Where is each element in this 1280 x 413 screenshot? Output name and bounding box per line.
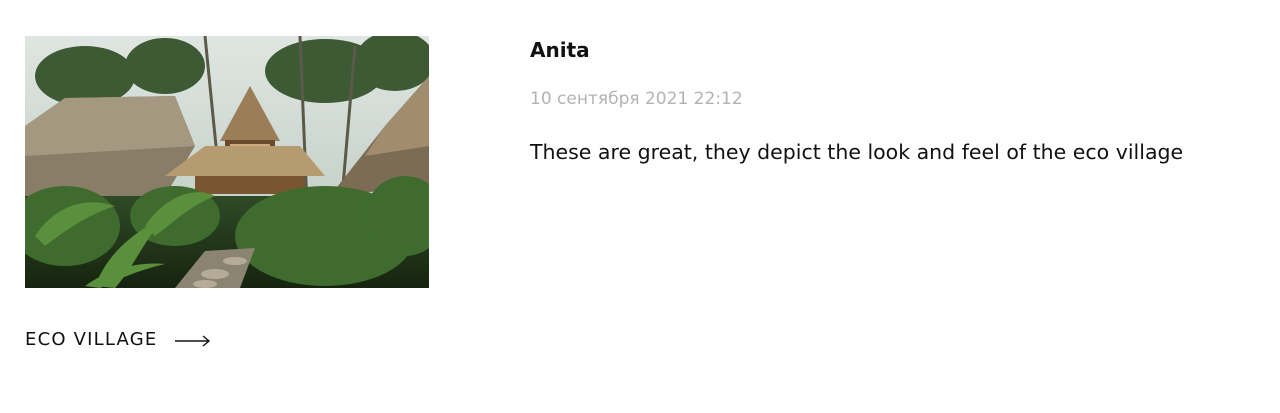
arrow-right-icon: [175, 333, 211, 347]
project-link-label: ECO VILLAGE: [25, 329, 158, 350]
review-author: Anita: [530, 38, 590, 62]
project-photo[interactable]: [25, 36, 429, 288]
review-text: These are great, they depict the look an…: [530, 140, 1184, 164]
eco-village-link[interactable]: ECO VILLAGE: [25, 328, 211, 352]
review-card: ECO VILLAGE Anita 10 сентября 2021 22:12…: [0, 0, 1280, 413]
review-date: 10 сентября 2021 22:12: [530, 89, 743, 109]
